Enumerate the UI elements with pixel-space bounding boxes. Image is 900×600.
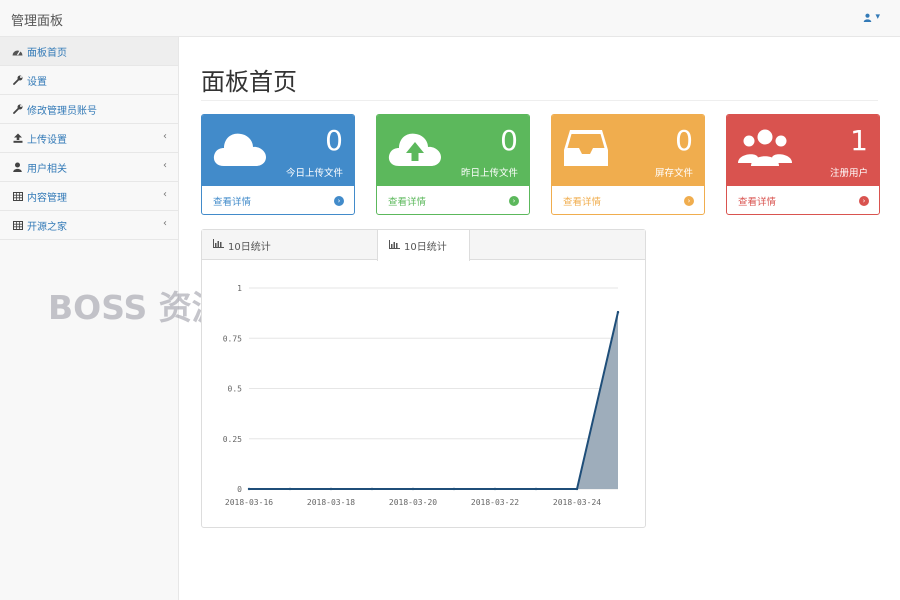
x-tick-label: 2018-03-18: [307, 498, 355, 507]
user-icon: [864, 13, 872, 22]
stat-card-header: 1 注册用户: [727, 115, 879, 185]
sidebar-item-label: 面板首页: [27, 47, 67, 59]
data-point: [616, 310, 620, 314]
wrench-icon: [12, 75, 23, 86]
tab-10day-stats-1[interactable]: 10日统计: [202, 230, 322, 260]
stat-card-header: 0 昨日上传文件: [377, 115, 529, 185]
stats-area-chart: 0 0.25 0.5 0.75 1 2018-03-16 2018-03-18 2018-03…: [223, 284, 620, 507]
caret-down-icon: ▾: [875, 12, 880, 22]
y-tick-label: 0.5: [228, 385, 243, 394]
x-tick-label: 2018-03-22: [471, 498, 519, 507]
sidebar-item-5[interactable]: 内容管理 ‹: [0, 182, 178, 211]
sidebar-item-label: 内容管理: [27, 192, 67, 204]
sidebar-item-4[interactable]: 用户相关 ‹: [0, 153, 178, 182]
cloud-icon: [212, 126, 268, 173]
chevron-left-icon: ‹: [163, 160, 167, 171]
wrench-icon: [12, 104, 23, 115]
stat-card-1: 0 昨日上传文件查看详情 ›: [376, 114, 530, 215]
stat-caption: 屏存文件: [654, 168, 693, 179]
view-details-link[interactable]: 查看详情 ›: [552, 185, 704, 214]
view-details-link[interactable]: 查看详情 ›: [727, 185, 879, 214]
stat-value: 0: [325, 124, 343, 157]
data-point: [288, 487, 292, 491]
chevron-left-icon: ‹: [163, 189, 167, 200]
stat-value: 0: [675, 124, 693, 157]
sidebar-item-2[interactable]: 修改管理员账号: [0, 95, 178, 124]
bar-chart-icon: [213, 239, 224, 251]
arrow-circle-right-icon: ›: [334, 196, 344, 206]
view-details-label: 查看详情: [213, 196, 252, 208]
chevron-left-icon: ‹: [163, 218, 167, 229]
top-navbar: 管理面板 ▾: [0, 0, 900, 37]
stat-card-3: 1 注册用户查看详情 ›: [726, 114, 880, 215]
x-tick-label: 2018-03-24: [553, 498, 601, 507]
stat-caption: 昨日上传文件: [460, 168, 518, 179]
arrow-circle-right-icon: ›: [859, 196, 869, 206]
stat-value: 0: [500, 124, 518, 157]
sidebar-item-6[interactable]: 开源之家 ‹: [0, 211, 178, 240]
sidebar-item-0[interactable]: 面板首页: [0, 37, 178, 66]
view-details-label: 查看详情: [738, 196, 777, 208]
page-title: 面板首页: [201, 68, 297, 96]
stat-card-0: 0 今日上传文件查看详情 ›: [201, 114, 355, 215]
tab-10day-stats-2[interactable]: 10日统计: [377, 230, 470, 261]
tab-label: 10日统计: [404, 242, 447, 253]
stat-card-header: 0 今日上传文件: [202, 115, 354, 185]
sidebar-item-label: 开源之家: [27, 221, 67, 233]
data-point: [493, 487, 497, 491]
y-tick-label: 0.75: [223, 334, 242, 343]
stat-card-2: 0 屏存文件查看详情 ›: [551, 114, 705, 215]
data-point: [534, 487, 538, 491]
stat-caption: 今日上传文件: [285, 168, 343, 179]
y-tick-label: 0: [237, 485, 242, 494]
sidebar-item-label: 修改管理员账号: [27, 105, 97, 117]
sidebar-item-label: 用户相关: [27, 163, 67, 175]
title-divider: [201, 100, 878, 101]
arrow-circle-right-icon: ›: [509, 196, 519, 206]
cloud-upload-icon: [387, 126, 443, 173]
data-point: [247, 487, 251, 491]
data-point: [329, 487, 333, 491]
data-point: [575, 487, 579, 491]
user-menu[interactable]: ▾: [863, 12, 880, 22]
view-details-link[interactable]: 查看详情 ›: [202, 185, 354, 214]
y-tick-label: 1: [237, 284, 242, 293]
chart-panel: 10日统计 10日统计 0 0.25 0.5 0.75 1 2018-03-16 2018-…: [201, 229, 646, 528]
x-tick-label: 2018-03-20: [389, 498, 437, 507]
stat-value: 1: [850, 124, 868, 157]
data-point: [452, 487, 456, 491]
stat-caption: 注册用户: [829, 168, 868, 179]
user-icon: [12, 162, 23, 173]
stat-card-header: 0 屏存文件: [552, 115, 704, 185]
x-tick-label: 2018-03-16: [225, 498, 273, 507]
tab-label: 10日统计: [228, 241, 271, 253]
dashboard-icon: [12, 46, 23, 57]
sidebar-item-1[interactable]: 设置: [0, 66, 178, 95]
chart-panel-header: 10日统计 10日统计: [202, 230, 645, 261]
data-point: [370, 487, 374, 491]
bar-chart-icon: [389, 239, 400, 252]
view-details-label: 查看详情: [388, 196, 427, 208]
sidebar-item-label: 设置: [27, 76, 47, 88]
table-icon: [12, 191, 23, 202]
table-icon: [12, 220, 23, 231]
arrow-circle-right-icon: ›: [684, 196, 694, 206]
upload-icon: [12, 133, 23, 144]
y-tick-label: 0.25: [223, 435, 242, 444]
chevron-left-icon: ‹: [163, 131, 167, 142]
sidebar-item-label: 上传设置: [27, 134, 67, 146]
view-details-link[interactable]: 查看详情 ›: [377, 185, 529, 214]
view-details-label: 查看详情: [563, 196, 602, 208]
users-icon: [737, 126, 793, 173]
data-point: [411, 487, 415, 491]
brand-title[interactable]: 管理面板: [11, 10, 63, 29]
inbox-icon: [562, 126, 610, 173]
sidebar-item-3[interactable]: 上传设置 ‹: [0, 124, 178, 153]
sidebar: 面板首页设置修改管理员账号 上传设置 ‹ 用户相关 ‹ 内容管理 ‹ 开源之家 ‹: [0, 37, 179, 600]
